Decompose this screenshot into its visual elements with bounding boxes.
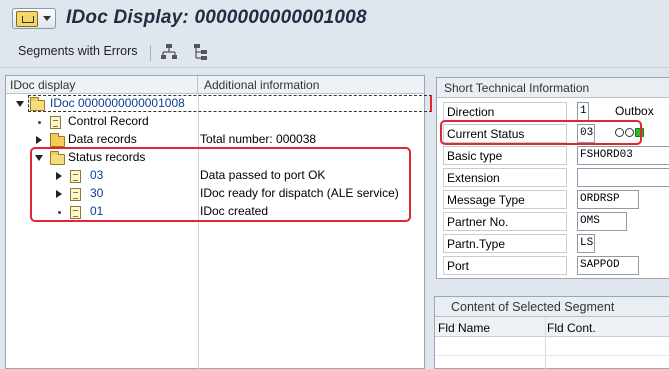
tree-structure-icon[interactable] bbox=[192, 43, 210, 61]
field-label: Message Type bbox=[443, 190, 567, 209]
basic-type-field[interactable]: FSHORD03 bbox=[577, 146, 669, 165]
field-label: Partn.Type bbox=[443, 234, 567, 253]
selected-node-outline bbox=[28, 95, 432, 112]
table-row-divider bbox=[435, 355, 669, 356]
sap-menu-icon bbox=[16, 10, 38, 27]
expand-right-icon[interactable] bbox=[36, 136, 42, 144]
partner-type-field[interactable]: LS bbox=[577, 234, 595, 253]
tree-node-label: Data records bbox=[68, 132, 137, 146]
idoc-tree-panel: IDoc display Additional information IDoc… bbox=[5, 75, 432, 369]
column-divider bbox=[545, 317, 546, 369]
menu-button[interactable] bbox=[12, 8, 56, 29]
title-bar: IDoc Display: 0000000000001008 bbox=[0, 0, 669, 38]
direction-field[interactable]: 1 bbox=[577, 102, 589, 121]
tree-node-label: Control Record bbox=[68, 114, 149, 128]
additional-info-text: Total number: 000038 bbox=[200, 132, 317, 146]
segment-columns-header: Fld Name Fld Cont. bbox=[435, 317, 669, 337]
column-header-additional-info[interactable]: Additional information bbox=[198, 76, 319, 93]
extension-field[interactable] bbox=[577, 168, 669, 187]
folder-icon bbox=[50, 133, 65, 147]
toolbar: Segments with Errors bbox=[0, 38, 669, 68]
panel-title: Content of Selected Segment bbox=[435, 297, 669, 317]
column-header-idoc-display[interactable]: IDoc display bbox=[6, 76, 198, 93]
column-header-fld-cont[interactable]: Fld Cont. bbox=[547, 321, 596, 335]
expand-down-icon[interactable] bbox=[16, 101, 24, 107]
short-technical-info-panel: Short Technical Information Direction 1 … bbox=[436, 77, 669, 279]
hierarchy-icon[interactable] bbox=[160, 43, 178, 61]
page-title: IDoc Display: 0000000000001008 bbox=[66, 7, 367, 28]
leaf-bullet-icon bbox=[38, 121, 41, 124]
direction-text: Outbox bbox=[615, 104, 654, 118]
message-type-field[interactable]: ORDRSP bbox=[577, 190, 639, 209]
toolbar-separator bbox=[150, 45, 151, 61]
chevron-down-icon bbox=[43, 16, 51, 21]
port-field[interactable]: SAPPOD bbox=[577, 256, 639, 275]
column-header-fld-name[interactable]: Fld Name bbox=[438, 321, 490, 335]
tree-node-control-record[interactable]: Control Record bbox=[6, 114, 426, 131]
current-status-highlight bbox=[440, 120, 642, 145]
selected-segment-panel: Content of Selected Segment Fld Name Fld… bbox=[434, 296, 669, 369]
field-label: Port bbox=[443, 256, 567, 275]
field-label: Extension bbox=[443, 168, 567, 187]
panel-title: Short Technical Information bbox=[437, 78, 669, 98]
document-icon bbox=[50, 116, 61, 129]
status-records-highlight bbox=[30, 147, 411, 222]
segments-with-errors-button[interactable]: Segments with Errors bbox=[18, 44, 137, 58]
tree-header: IDoc display Additional information bbox=[6, 76, 424, 94]
field-label: Basic type bbox=[443, 146, 567, 165]
field-label: Partner No. bbox=[443, 212, 567, 231]
field-label: Direction bbox=[443, 102, 567, 121]
partner-no-field[interactable]: OMS bbox=[577, 212, 627, 231]
